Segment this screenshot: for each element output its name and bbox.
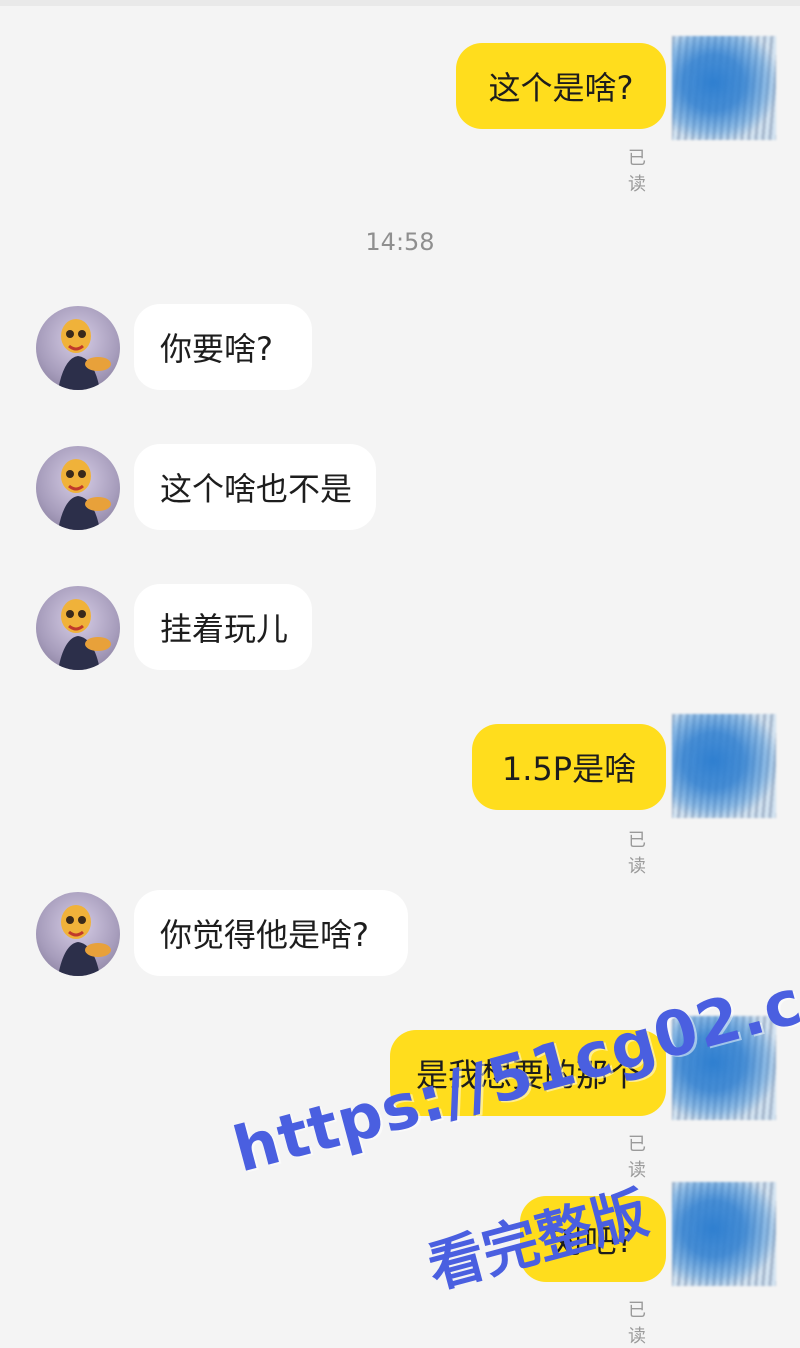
contact-avatar[interactable]	[36, 446, 120, 530]
read-receipt: 已读	[628, 1300, 646, 1347]
read-receipt: 已读	[628, 148, 646, 195]
watermark-caption: 看完整版	[421, 1180, 655, 1302]
message-bubble[interactable]: 这个是啥?	[456, 43, 666, 129]
message-bubble[interactable]: 你觉得他是啥?	[134, 890, 408, 976]
message-bubble[interactable]: 这个啥也不是	[134, 444, 376, 530]
contact-avatar[interactable]	[36, 586, 120, 670]
timestamp: 14:58	[365, 228, 435, 256]
self-avatar[interactable]	[672, 36, 776, 140]
top-divider	[0, 0, 800, 6]
self-avatar[interactable]	[672, 714, 776, 818]
read-receipt: 已读	[628, 830, 646, 877]
message-bubble[interactable]: 1.5P是啥	[472, 724, 666, 810]
message-bubble[interactable]: 挂着玩儿	[134, 584, 312, 670]
message-bubble[interactable]: 你要啥?	[134, 304, 312, 390]
contact-avatar[interactable]	[36, 306, 120, 390]
self-avatar[interactable]	[672, 1182, 776, 1286]
contact-avatar[interactable]	[36, 892, 120, 976]
